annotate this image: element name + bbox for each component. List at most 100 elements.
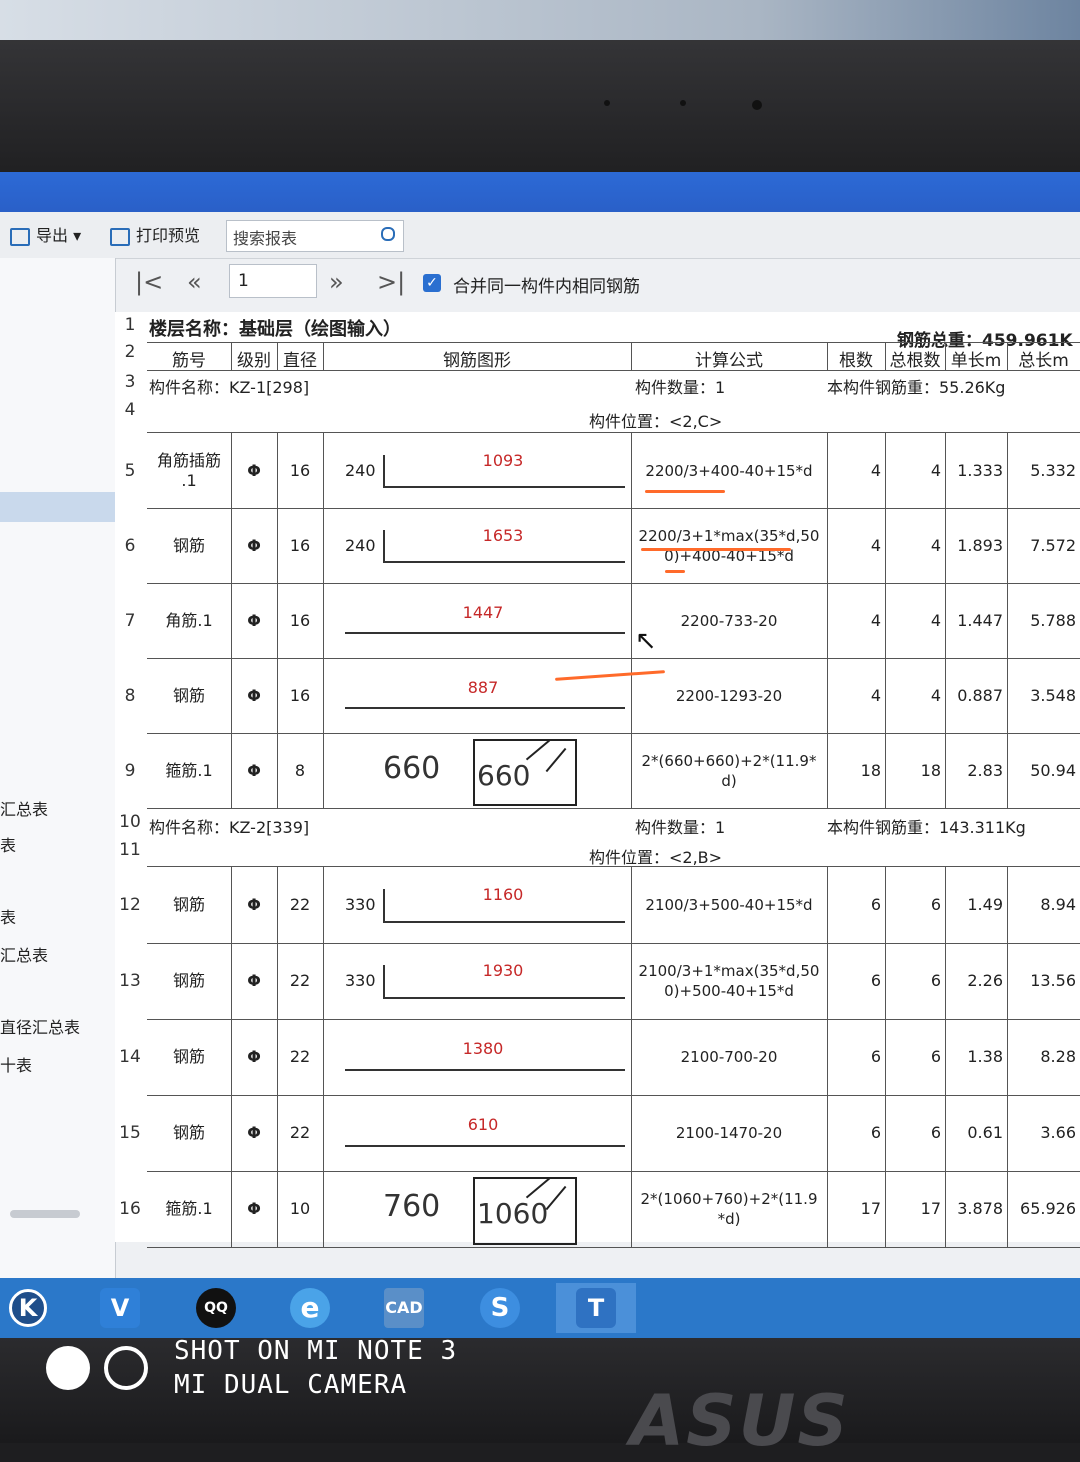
bar-name: 钢筋 [172,1123,205,1142]
cad-app-icon[interactable]: CAD [376,1283,432,1333]
t-app-icon[interactable]: T [556,1283,636,1333]
cell-divider [945,658,946,733]
grid-line [147,342,1080,343]
bar-count: 4 [870,610,881,630]
header-divider [631,342,632,370]
sidebar-item[interactable]: 汇总表 [0,796,48,820]
row-number: 3 [124,372,136,392]
last-page-button[interactable]: >| [377,268,405,296]
row-divider [147,808,1080,809]
annotation-underline [645,490,725,493]
cell-divider [945,1019,946,1095]
cell-divider [277,508,278,583]
bar-diameter: 16 [289,535,311,555]
cell-divider [1007,1019,1008,1095]
sidebar-selected-row[interactable] [0,492,115,522]
stirrup-dimension: 760 [383,1189,441,1224]
cell-divider [885,943,886,1019]
member-count: 构件数量：1 [635,818,726,837]
cell-divider [277,433,278,508]
cell-divider [323,1095,324,1171]
asus-logo: ASUS [630,1380,850,1462]
bar-diameter: 16 [289,460,311,480]
cell-divider [277,867,278,943]
cell-divider [323,583,324,658]
mouse-cursor-icon: ↖ [635,626,657,656]
cell-divider [323,867,324,943]
cell-divider [1007,733,1008,808]
sidebar-item[interactable]: 直径汇总表 [0,1014,80,1038]
header-divider [277,342,278,370]
floor-name: 楼层名称：基础层（绘图输入） [149,319,401,340]
cell-divider [945,1095,946,1171]
search-icon[interactable] [381,227,395,241]
search-input[interactable]: 搜索报表 [226,220,404,252]
prev-page-button[interactable]: « [187,268,202,296]
cell-divider [231,658,232,733]
row-divider [147,583,1080,584]
cell-divider [631,943,632,1019]
sidebar-item[interactable]: 表 [0,904,16,928]
row-number: 2 [124,342,136,362]
cell-divider [1007,658,1008,733]
calc-formula: 2100-700-20 [680,1048,778,1066]
cell-divider [945,867,946,943]
bar-total-count: 6 [930,895,941,914]
column-header: 总根数 [889,351,941,371]
row-number: 9 [124,760,136,781]
cell-divider [277,1095,278,1171]
stirrup-shape: 1060 [473,1177,577,1245]
cell-divider [631,658,632,733]
background-wall [0,0,1080,40]
column-header: 单长m [950,351,1002,371]
bend-length: 330 [345,895,376,914]
bar-length: 1380 [462,1039,504,1058]
column-header: 直径 [283,351,317,371]
qq-icon[interactable]: QQ [188,1283,244,1333]
next-page-button[interactable]: » [329,268,344,296]
row-number: 4 [124,400,136,420]
calc-formula: 2100/3+1*max(35*d,50 0)+500-40+15*d [638,962,820,1000]
page-number-input[interactable]: 1 [229,264,317,298]
sidebar-scrollbar[interactable] [10,1210,80,1218]
print-preview-button[interactable]: 打印预览 [110,222,200,246]
bar-total-count: 4 [930,460,941,480]
bar-shape-straight [345,1145,625,1147]
sidebar-item[interactable]: 十表 [0,1052,32,1076]
sidebar-item[interactable]: 汇总表 [0,942,48,966]
bar-total-length: 3.66 [1040,1123,1076,1142]
member-weight: 本构件钢筋重：143.311Kg [827,818,1026,837]
shield-app-icon[interactable]: V [92,1283,148,1333]
row-number: 16 [119,1199,141,1219]
bar-unit-length: 0.887 [957,685,1003,705]
cell-divider [827,1095,828,1171]
calc-formula: 2200-733-20 [680,611,778,630]
merge-checkbox[interactable]: ✓ [423,274,441,292]
ie-browser-icon[interactable]: e [282,1283,338,1333]
export-button[interactable]: 导出 ▾ [10,222,81,246]
bar-count: 18 [860,760,881,780]
bar-grade: Φ [247,535,261,555]
bar-total-length: 3.548 [1030,685,1076,705]
cell-divider [885,1095,886,1171]
row-divider [147,1247,1080,1248]
bar-total-length: 50.94 [1030,760,1076,780]
bar-count: 6 [870,895,881,914]
sidebar: 汇总表 表 表 汇总表 直径汇总表 十表 [0,258,116,1278]
cell-divider [827,583,828,658]
pager: |< « 1 » >| ✓ 合并同一构件内相同钢筋 [125,262,1080,302]
bar-total-count: 4 [930,610,941,630]
k-app-icon[interactable]: K [0,1283,56,1333]
bar-grade: Φ [247,760,261,780]
bar-diameter: 22 [289,971,311,990]
bar-grade: Φ [247,1123,261,1142]
sogou-icon[interactable]: S [472,1283,528,1333]
sidebar-item[interactable]: 表 [0,832,16,856]
cell-divider [945,508,946,583]
cell-divider [277,1171,278,1247]
column-header: 总长m [1018,351,1069,371]
row-number: 12 [119,895,141,915]
bar-length: 1653 [482,526,524,545]
cell-divider [631,733,632,808]
first-page-button[interactable]: |< [135,268,163,296]
